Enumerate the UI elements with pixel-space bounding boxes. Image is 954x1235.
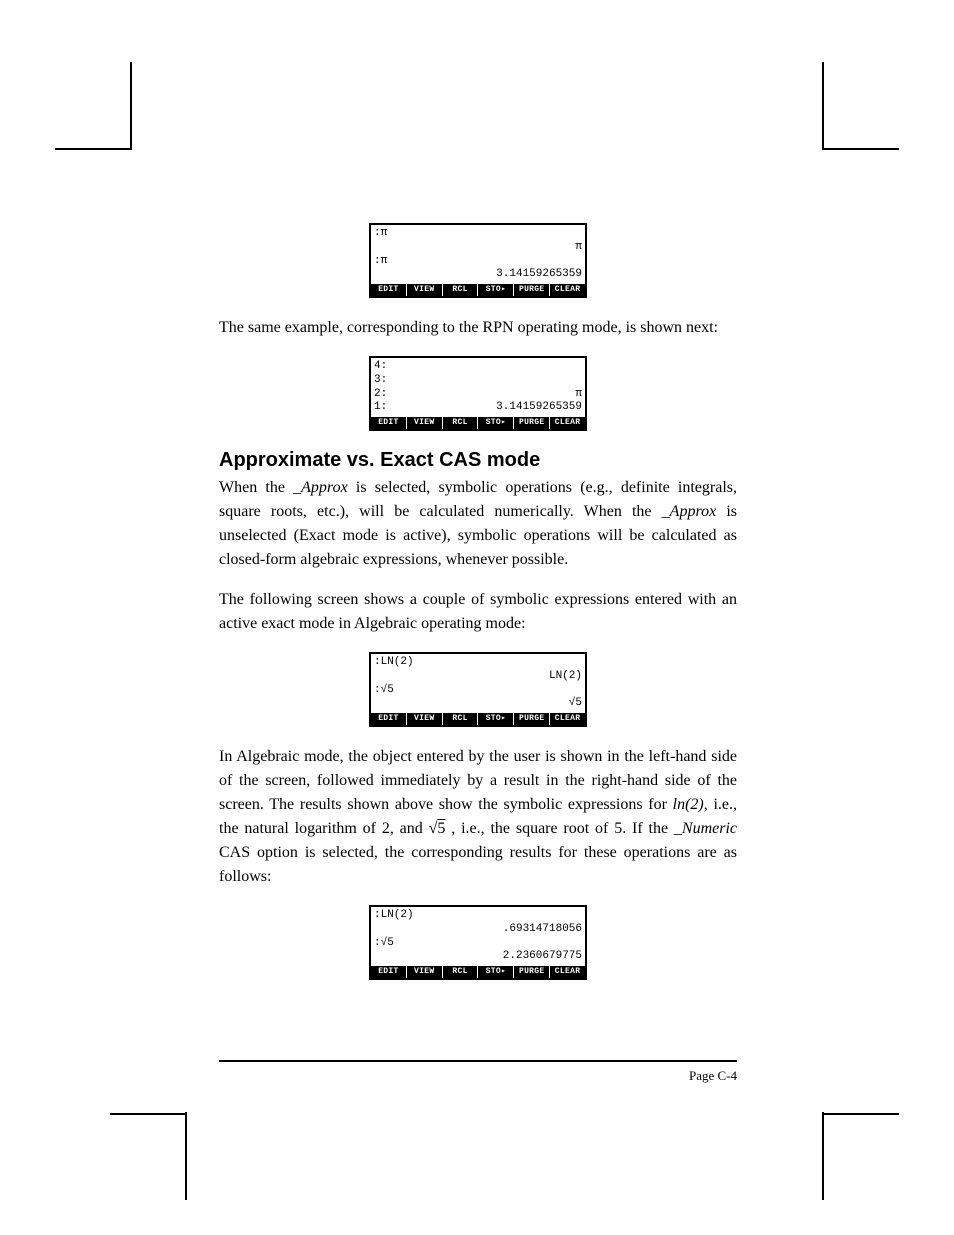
softkey-rcl: RCL: [443, 713, 479, 725]
sqrt-icon: 5: [429, 820, 446, 837]
body-text: The following screen shows a couple of s…: [219, 588, 737, 636]
softkey-clear: CLEAR: [550, 284, 585, 296]
screen-line: .69314718056: [503, 923, 582, 937]
text-run: In Algebraic mode, the object entered by…: [219, 748, 737, 813]
crop-mark: [130, 62, 132, 150]
softkey-purge: PURGE: [514, 417, 550, 429]
text-run: When the: [219, 479, 293, 496]
softkey-sto: STO▸: [478, 966, 514, 978]
softkey-bar: EDIT VIEW RCL STO▸ PURGE CLEAR: [371, 284, 585, 296]
text-run: , i.e., the square root of 5. If the: [445, 820, 674, 837]
softkey-edit: EDIT: [371, 284, 407, 296]
softkey-purge: PURGE: [514, 284, 550, 296]
calculator-screen-numeric: :LN(2) .69314718056 :√5 2.2360679775 EDI…: [219, 905, 737, 980]
screen-line: 4:: [374, 360, 387, 374]
screen-line: :√5: [374, 937, 394, 951]
softkey-purge: PURGE: [514, 713, 550, 725]
softkey-view: VIEW: [407, 966, 443, 978]
screen-line: 3.14159265359: [496, 268, 582, 282]
calculator-screen-exact: :LN(2) LN(2) :√5 √5 EDIT VIEW RCL STO▸ P…: [219, 652, 737, 727]
screen-line: :√5: [374, 684, 394, 698]
screen-line: 3:: [374, 374, 387, 388]
softkey-edit: EDIT: [371, 417, 407, 429]
screen-line: :LN(2): [374, 909, 414, 923]
screen-line: 2.2360679775: [503, 950, 582, 964]
flag-numeric: _Numeric: [674, 820, 737, 837]
screen-line: 3.14159265359: [496, 401, 582, 415]
page-number: Page C-4: [219, 1068, 737, 1084]
softkey-view: VIEW: [407, 417, 443, 429]
softkey-rcl: RCL: [443, 966, 479, 978]
screen-line: 1:: [374, 401, 387, 415]
screen-line: π: [575, 241, 582, 255]
screen-line: LN(2): [549, 670, 582, 684]
body-text: The same example, corresponding to the R…: [219, 316, 737, 340]
calculator-screen-rpn-pi: 4: 3: 2: π 1: 3.14159265359 EDIT VIEW RCL …: [219, 356, 737, 431]
expr-ln2: ln(2): [673, 796, 704, 813]
softkey-bar: EDIT VIEW RCL STO▸ PURGE CLEAR: [371, 417, 585, 429]
crop-mark: [55, 148, 132, 150]
body-text: When the _Approx is selected, symbolic o…: [219, 476, 737, 572]
body-text: In Algebraic mode, the object entered by…: [219, 745, 737, 889]
softkey-clear: CLEAR: [550, 966, 585, 978]
screen-line: :LN(2): [374, 656, 414, 670]
crop-mark: [822, 1112, 824, 1200]
flag-approx: _Approx: [662, 503, 717, 520]
softkey-rcl: RCL: [443, 417, 479, 429]
softkey-rcl: RCL: [443, 284, 479, 296]
screen-line: :π: [374, 227, 387, 241]
softkey-view: VIEW: [407, 284, 443, 296]
section-heading: Approximate vs. Exact CAS mode: [219, 449, 737, 472]
softkey-edit: EDIT: [371, 966, 407, 978]
softkey-sto: STO▸: [478, 713, 514, 725]
softkey-purge: PURGE: [514, 966, 550, 978]
text-run: CAS option is selected, the correspondin…: [219, 844, 737, 885]
screen-line: √5: [569, 697, 582, 711]
softkey-clear: CLEAR: [550, 713, 585, 725]
screen-line: π: [575, 388, 582, 402]
crop-mark: [110, 1113, 187, 1115]
softkey-sto: STO▸: [478, 417, 514, 429]
flag-approx: _Approx: [293, 479, 348, 496]
screen-line: 2:: [374, 388, 387, 402]
crop-mark: [822, 62, 824, 150]
softkey-edit: EDIT: [371, 713, 407, 725]
screen-line: :π: [374, 255, 387, 269]
softkey-bar: EDIT VIEW RCL STO▸ PURGE CLEAR: [371, 966, 585, 978]
crop-mark: [822, 1113, 899, 1115]
softkey-view: VIEW: [407, 713, 443, 725]
crop-mark: [185, 1112, 187, 1200]
footer-rule: [219, 1060, 737, 1062]
softkey-clear: CLEAR: [550, 417, 585, 429]
softkey-bar: EDIT VIEW RCL STO▸ PURGE CLEAR: [371, 713, 585, 725]
crop-mark: [822, 148, 899, 150]
page-content: :π π :π 3.14159265359 EDIT VIEW RCL STO▸…: [219, 215, 737, 998]
calculator-screen-algebraic-pi: :π π :π 3.14159265359 EDIT VIEW RCL STO▸…: [219, 223, 737, 298]
softkey-sto: STO▸: [478, 284, 514, 296]
